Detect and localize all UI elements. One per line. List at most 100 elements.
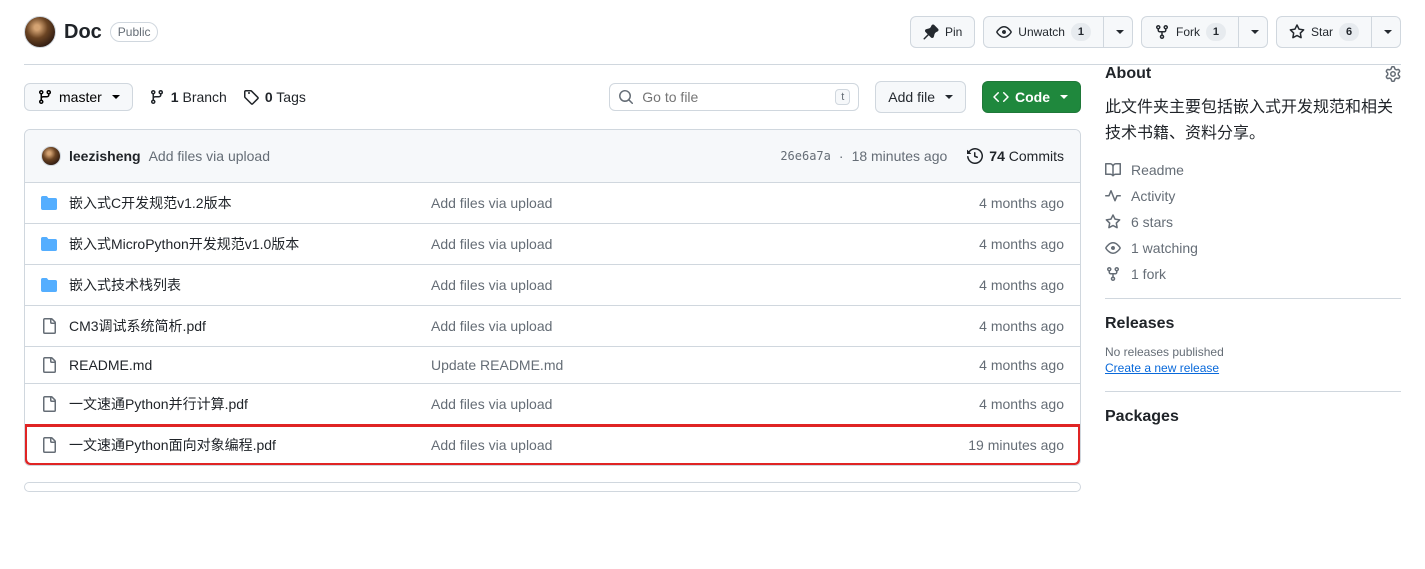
packages-heading: Packages bbox=[1105, 408, 1401, 426]
caret-down-icon bbox=[1384, 30, 1392, 34]
branches-link[interactable]: 1 Branch bbox=[149, 89, 227, 105]
file-commit-message[interactable]: Add files via upload bbox=[431, 318, 552, 334]
file-name-link[interactable]: 嵌入式技术栈列表 bbox=[69, 275, 181, 295]
file-commit-message[interactable]: Add files via upload bbox=[431, 277, 552, 293]
commits-link[interactable]: 74 Commits bbox=[967, 148, 1064, 164]
branch-icon bbox=[149, 89, 165, 105]
caret-down-icon bbox=[112, 95, 120, 99]
create-release-link[interactable]: Create a new release bbox=[1105, 361, 1219, 375]
fork-icon bbox=[1105, 266, 1121, 282]
forks-link[interactable]: 1 fork bbox=[1105, 266, 1401, 282]
caret-down-icon bbox=[1251, 30, 1259, 34]
file-name-link[interactable]: 一文速通Python并行计算.pdf bbox=[69, 394, 248, 414]
file-row: 一文速通Python面向对象编程.pdf Add files via uploa… bbox=[25, 425, 1080, 465]
star-icon bbox=[1105, 214, 1121, 230]
eye-icon bbox=[996, 24, 1012, 40]
caret-down-icon bbox=[945, 95, 953, 99]
about-heading: About bbox=[1105, 65, 1401, 83]
fork-dropdown-button[interactable] bbox=[1239, 16, 1268, 48]
file-row: README.md Update README.md 4 months ago bbox=[25, 347, 1080, 384]
folder-icon bbox=[41, 277, 57, 293]
watching-link[interactable]: 1 watching bbox=[1105, 240, 1401, 256]
file-time: 4 months ago bbox=[914, 357, 1064, 373]
file-search-box[interactable]: t bbox=[609, 83, 859, 111]
file-time: 4 months ago bbox=[914, 277, 1064, 293]
pin-icon bbox=[923, 24, 939, 40]
file-row: 嵌入式MicroPython开发规范v1.0版本 Add files via u… bbox=[25, 224, 1080, 265]
file-name-link[interactable]: CM3调试系统简析.pdf bbox=[69, 316, 206, 336]
star-count: 6 bbox=[1339, 23, 1359, 41]
search-kbd-hint: t bbox=[835, 89, 850, 105]
file-search-input[interactable] bbox=[642, 89, 827, 105]
add-file-button[interactable]: Add file bbox=[875, 81, 966, 113]
file-commit-message[interactable]: Update README.md bbox=[431, 357, 563, 373]
history-icon bbox=[967, 148, 983, 164]
file-time: 4 months ago bbox=[914, 236, 1064, 252]
star-icon bbox=[1289, 24, 1305, 40]
commit-sha[interactable]: 26e6a7a bbox=[780, 149, 831, 163]
file-row: 嵌入式C开发规范v1.2版本 Add files via upload 4 mo… bbox=[25, 183, 1080, 224]
watch-button[interactable]: Unwatch 1 bbox=[983, 16, 1104, 48]
packages-widget: Packages bbox=[1105, 392, 1401, 454]
file-time: 19 minutes ago bbox=[914, 437, 1064, 453]
caret-down-icon bbox=[1060, 95, 1068, 99]
file-name-link[interactable]: 嵌入式MicroPython开发规范v1.0版本 bbox=[69, 234, 299, 254]
owner-avatar[interactable] bbox=[24, 16, 56, 48]
releases-widget: Releases No releases published Create a … bbox=[1105, 299, 1401, 392]
stars-link[interactable]: 6 stars bbox=[1105, 214, 1401, 230]
folder-icon bbox=[41, 236, 57, 252]
search-icon bbox=[618, 89, 634, 105]
file-commit-message[interactable]: Add files via upload bbox=[431, 396, 552, 412]
about-widget: About 此文件夹主要包括嵌入式开发规范和相关技术书籍、资料分享。 Readm… bbox=[1105, 65, 1401, 299]
commit-author-avatar[interactable] bbox=[41, 146, 61, 166]
releases-heading: Releases bbox=[1105, 315, 1401, 333]
pulse-icon bbox=[1105, 188, 1121, 204]
visibility-badge: Public bbox=[110, 22, 159, 42]
star-dropdown-button[interactable] bbox=[1372, 16, 1401, 48]
branch-select-button[interactable]: master bbox=[24, 83, 133, 111]
fork-icon bbox=[1154, 24, 1170, 40]
repo-toolbar: master 1 Branch 0 Tags t Add file bbox=[24, 65, 1081, 129]
repo-header: Doc Public Pin Unwatch 1 Fork 1 bbox=[24, 0, 1401, 64]
fork-button[interactable]: Fork 1 bbox=[1141, 16, 1239, 48]
commit-message[interactable]: Add files via upload bbox=[149, 148, 270, 164]
file-time: 4 months ago bbox=[914, 318, 1064, 334]
file-icon bbox=[41, 318, 57, 334]
file-icon bbox=[41, 437, 57, 453]
releases-empty-text: No releases published bbox=[1105, 345, 1401, 359]
file-commit-message[interactable]: Add files via upload bbox=[431, 437, 552, 453]
file-time: 4 months ago bbox=[914, 195, 1064, 211]
branch-icon bbox=[37, 89, 53, 105]
repo-name[interactable]: Doc bbox=[64, 21, 102, 44]
gear-icon[interactable] bbox=[1385, 66, 1401, 82]
folder-icon bbox=[41, 195, 57, 211]
file-icon bbox=[41, 357, 57, 373]
watch-count: 1 bbox=[1071, 23, 1091, 41]
caret-down-icon bbox=[1116, 30, 1124, 34]
file-icon bbox=[41, 396, 57, 412]
pin-button[interactable]: Pin bbox=[910, 16, 975, 48]
file-name-link[interactable]: 一文速通Python面向对象编程.pdf bbox=[69, 435, 276, 455]
commit-time: 18 minutes ago bbox=[852, 148, 948, 164]
file-name-link[interactable]: README.md bbox=[69, 357, 152, 373]
file-listing-box: leezisheng Add files via upload 26e6a7a … bbox=[24, 129, 1081, 466]
activity-link[interactable]: Activity bbox=[1105, 188, 1401, 204]
tags-link[interactable]: 0 Tags bbox=[243, 89, 306, 105]
tag-icon bbox=[243, 89, 259, 105]
star-button[interactable]: Star 6 bbox=[1276, 16, 1372, 48]
commit-author[interactable]: leezisheng bbox=[69, 148, 141, 164]
file-row: 嵌入式技术栈列表 Add files via upload 4 months a… bbox=[25, 265, 1080, 306]
file-commit-message[interactable]: Add files via upload bbox=[431, 236, 552, 252]
file-name-link[interactable]: 嵌入式C开发规范v1.2版本 bbox=[69, 193, 232, 213]
fork-count: 1 bbox=[1206, 23, 1226, 41]
code-icon bbox=[993, 89, 1009, 105]
latest-commit-row: leezisheng Add files via upload 26e6a7a … bbox=[25, 130, 1080, 183]
code-button[interactable]: Code bbox=[982, 81, 1081, 113]
readme-link[interactable]: Readme bbox=[1105, 162, 1401, 178]
file-time: 4 months ago bbox=[914, 396, 1064, 412]
file-commit-message[interactable]: Add files via upload bbox=[431, 195, 552, 211]
about-description: 此文件夹主要包括嵌入式开发规范和相关技术书籍、资料分享。 bbox=[1105, 95, 1401, 146]
watch-dropdown-button[interactable] bbox=[1104, 16, 1133, 48]
file-row: 一文速通Python并行计算.pdf Add files via upload … bbox=[25, 384, 1080, 425]
eye-icon bbox=[1105, 240, 1121, 256]
